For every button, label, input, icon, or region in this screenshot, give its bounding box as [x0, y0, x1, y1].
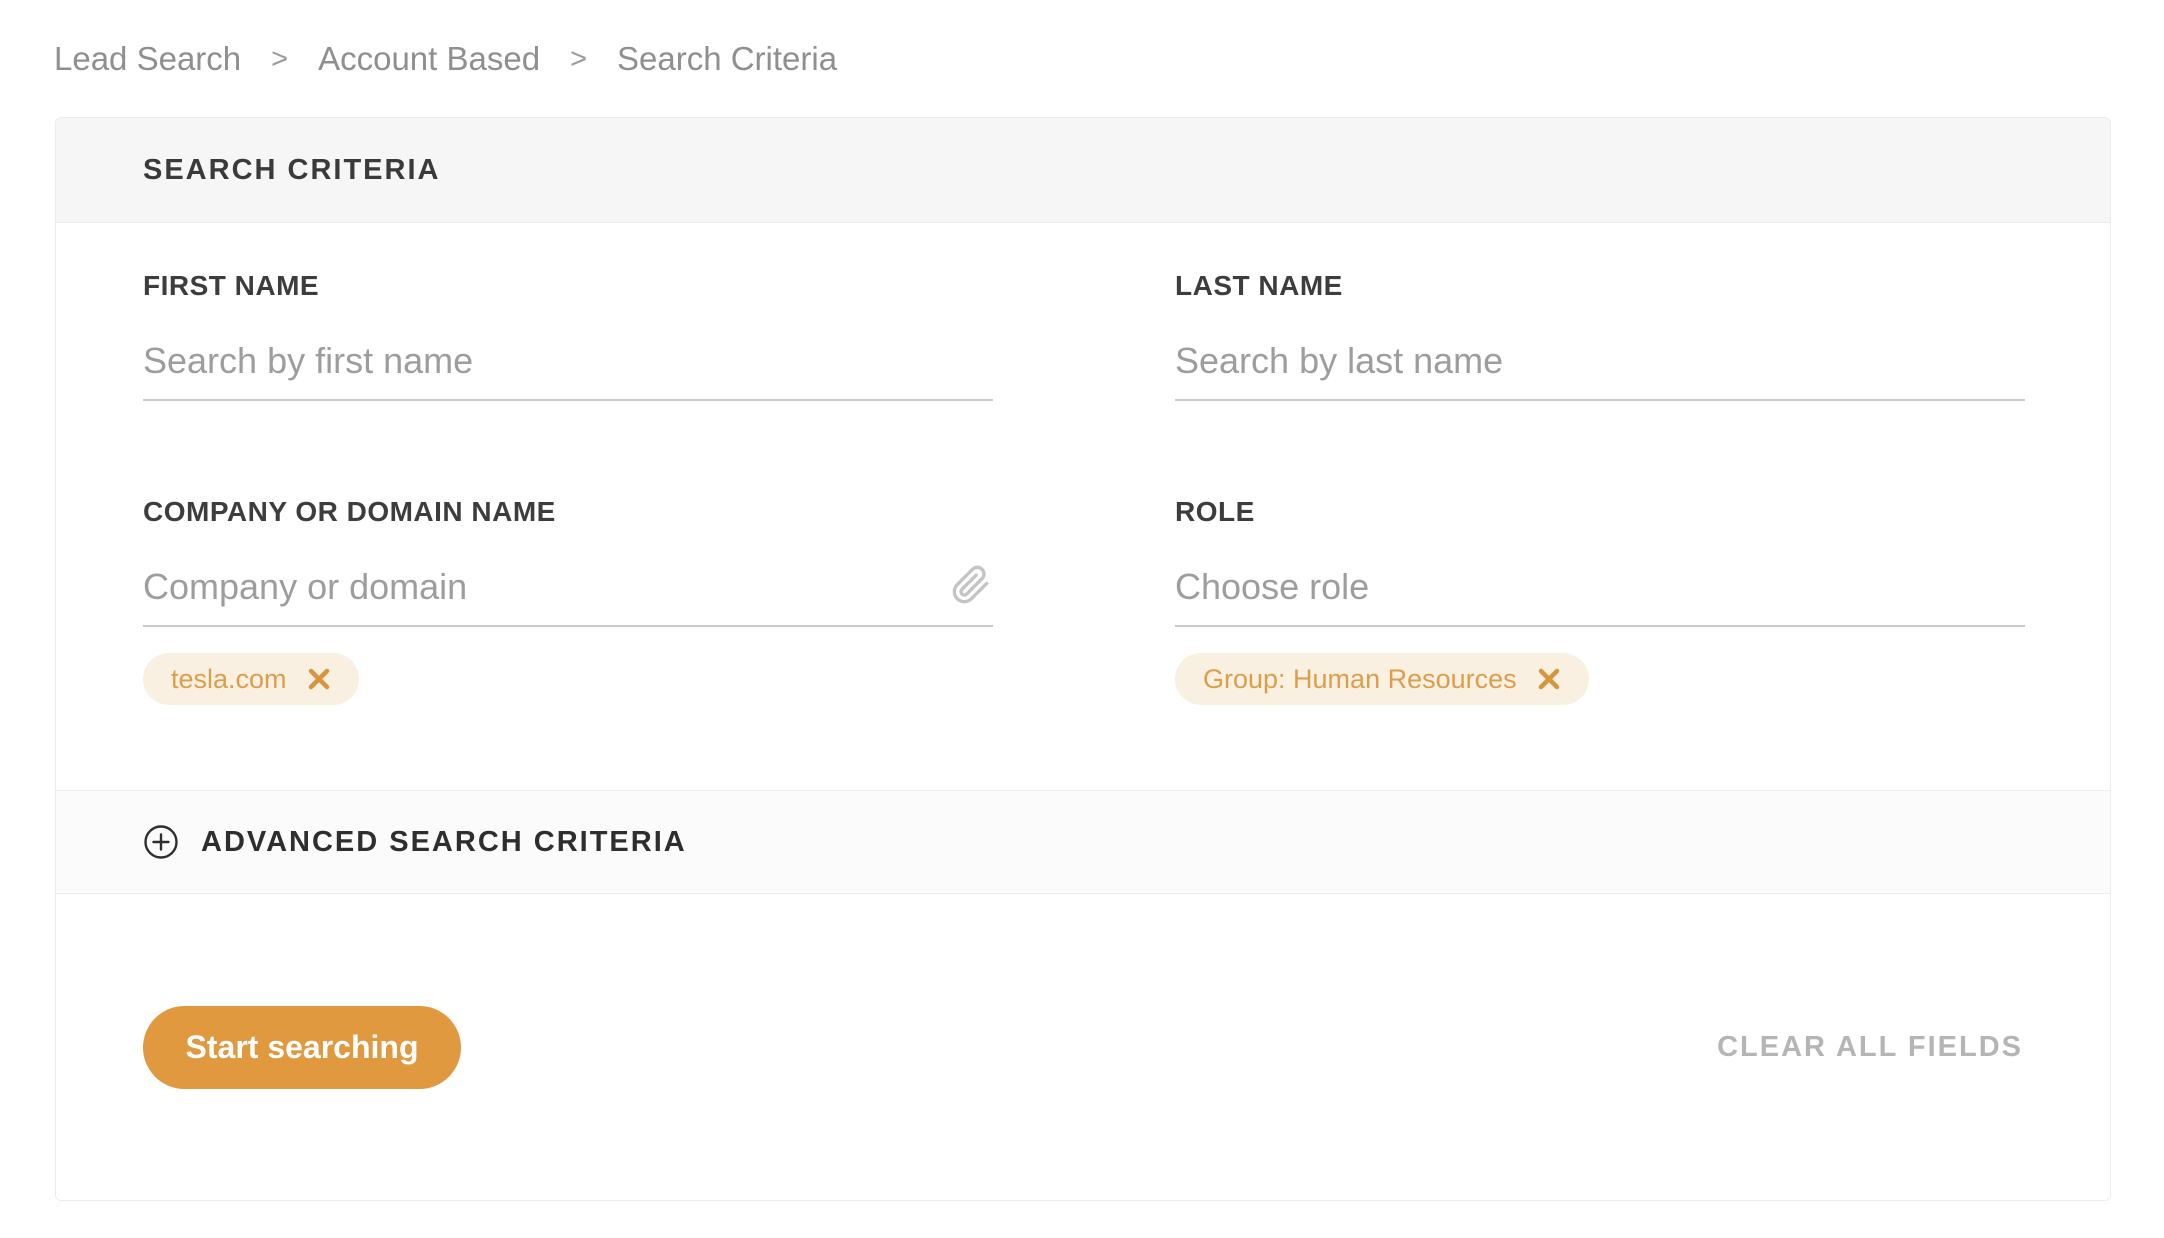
card-footer: Start searching CLEAR ALL FIELDS	[56, 894, 2110, 1200]
company-label: COMPANY OR DOMAIN NAME	[143, 496, 556, 527]
company-tag-close-icon[interactable]	[307, 667, 331, 691]
search-criteria-card: SEARCH CRITERIA FIRST NAME LAST NAME COM…	[55, 117, 2111, 1201]
breadcrumb-lead-search[interactable]: Lead Search	[54, 40, 241, 78]
company-tag-label: tesla.com	[171, 663, 287, 694]
role-label: ROLE	[1175, 496, 1255, 527]
first-name-field-group: FIRST NAME	[143, 271, 993, 401]
breadcrumb: Lead Search > Account Based > Search Cri…	[54, 40, 837, 78]
breadcrumb-search-criteria: Search Criteria	[617, 40, 838, 77]
company-field-group: COMPANY OR DOMAIN NAME tesla.com	[143, 497, 993, 705]
advanced-search-label: ADVANCED SEARCH CRITERIA	[201, 825, 687, 858]
role-tag-close-icon[interactable]	[1537, 667, 1561, 691]
plus-circle-icon	[143, 824, 179, 860]
role-field-group: ROLE Group: Human Resources	[1175, 497, 2025, 705]
card-title: SEARCH CRITERIA	[143, 153, 441, 186]
paperclip-icon[interactable]	[951, 565, 991, 605]
card-header: SEARCH CRITERIA	[56, 118, 2110, 223]
company-tag: tesla.com	[143, 653, 359, 705]
breadcrumb-separator: >	[570, 42, 587, 75]
last-name-field-group: LAST NAME	[1175, 271, 2025, 401]
breadcrumb-account-based[interactable]: Account Based	[318, 40, 540, 78]
start-searching-button[interactable]: Start searching	[143, 1005, 461, 1089]
role-tag-label: Group: Human Resources	[1203, 663, 1517, 694]
company-input[interactable]	[143, 565, 993, 627]
first-name-label: FIRST NAME	[143, 270, 320, 301]
last-name-input[interactable]	[1175, 339, 2025, 401]
last-name-label: LAST NAME	[1175, 270, 1343, 301]
breadcrumb-separator: >	[271, 42, 289, 75]
first-name-input[interactable]	[143, 339, 993, 401]
role-tag: Group: Human Resources	[1175, 653, 1589, 705]
role-input[interactable]	[1175, 565, 2025, 627]
advanced-search-toggle[interactable]: ADVANCED SEARCH CRITERIA	[56, 790, 2110, 894]
clear-all-fields-link[interactable]: CLEAR ALL FIELDS	[1717, 1031, 2023, 1064]
search-form: FIRST NAME LAST NAME COMPANY OR DOMAIN N…	[56, 223, 2110, 790]
